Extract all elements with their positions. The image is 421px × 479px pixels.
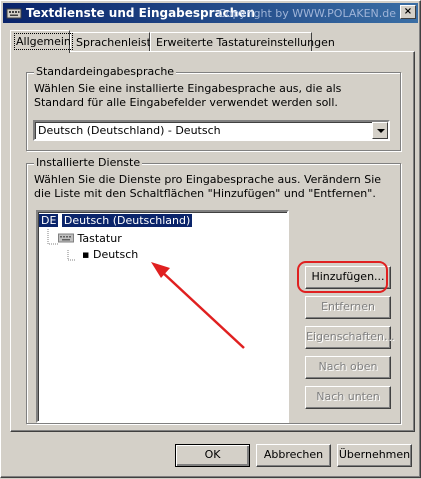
button-label: Übernehmen — [338, 448, 411, 461]
button-label: Abbrechen — [263, 448, 324, 461]
ok-button[interactable]: OK — [175, 444, 250, 467]
cancel-button[interactable]: Abbrechen — [256, 444, 331, 467]
dialog-window: Textdienste und Eingabesprachen Copyrigh… — [0, 0, 421, 478]
apply-button[interactable]: Übernehmen — [337, 444, 412, 467]
button-label: OK — [204, 448, 221, 461]
tab-label: Allgemein — [14, 33, 73, 50]
annotation-arrow — [151, 262, 245, 349]
tab-allgemein[interactable]: Allgemein — [10, 30, 73, 53]
